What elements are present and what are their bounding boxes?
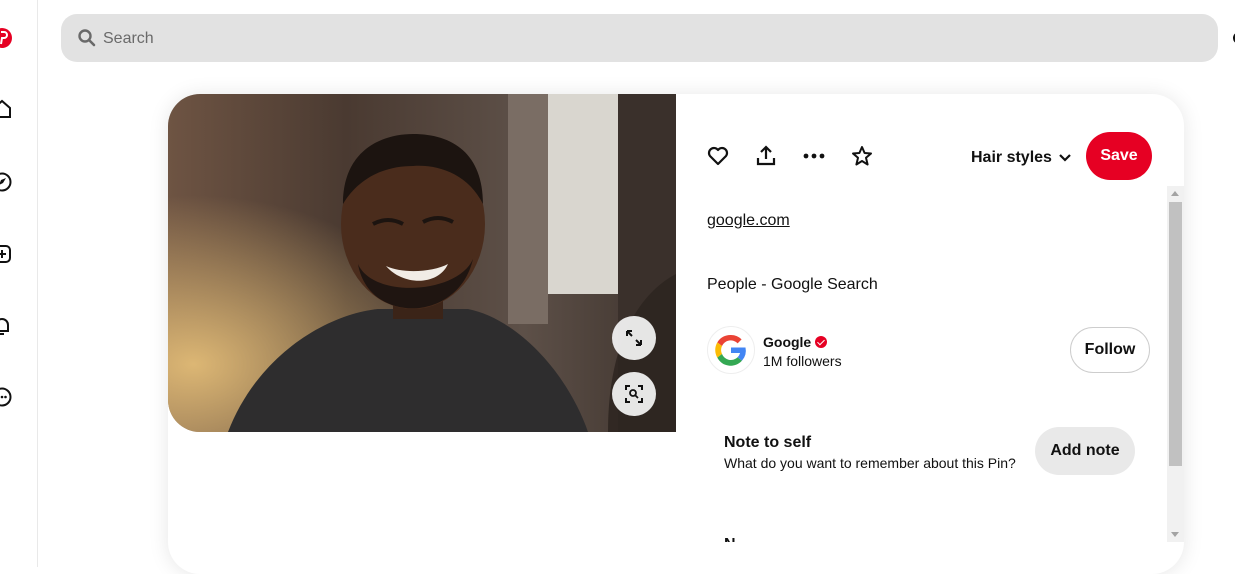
pin-photo-illustration [168,94,676,432]
pinterest-logo-icon[interactable] [0,27,13,49]
pin-image[interactable] [168,94,676,432]
chevron-down-icon [1059,154,1071,162]
heart-icon[interactable] [706,144,730,168]
board-selector[interactable]: Hair styles [971,146,1072,170]
pin-closeup-card: Hair styles Save google.com People - Goo… [168,94,1184,574]
left-sidebar [0,0,38,567]
scroll-up-arrow[interactable] [1171,191,1179,196]
account-icon[interactable] [1231,28,1235,48]
board-name: Hair styles [971,149,1052,166]
creator-name[interactable]: Google [763,334,811,350]
create-icon[interactable] [0,243,13,265]
source-link[interactable]: google.com [707,212,790,230]
explore-icon[interactable] [0,171,13,193]
verified-badge-icon [815,336,828,348]
visual-search-button[interactable] [612,372,656,416]
note-subtitle: What do you want to remember about this … [724,455,1016,471]
details-scrollbar[interactable] [1167,186,1184,542]
save-button[interactable]: Save [1086,132,1152,180]
search-input[interactable] [101,14,1195,64]
search-icon [78,29,96,47]
creator-avatar[interactable] [707,326,755,374]
google-logo-icon [715,334,746,366]
star-icon[interactable] [850,144,874,168]
pin-details[interactable]: google.com People - Google Search Google… [676,186,1184,542]
more-options-icon[interactable] [802,144,826,168]
truncated-heading: N [724,536,736,542]
search-bar[interactable] [61,14,1218,64]
expand-icon [626,330,642,346]
add-note-button[interactable]: Add note [1035,427,1135,475]
follower-count: 1M followers [763,353,842,369]
creator-name-row[interactable]: Google [763,334,828,350]
note-title: Note to self [724,434,812,451]
pin-title: People - Google Search [707,276,878,293]
scroll-down-arrow[interactable] [1171,532,1179,537]
share-icon[interactable] [754,144,778,168]
home-icon[interactable] [0,98,13,120]
follow-button[interactable]: Follow [1070,327,1150,373]
notifications-icon[interactable] [0,315,13,337]
expand-image-button[interactable] [612,316,656,360]
messages-icon[interactable] [0,386,13,408]
scrollbar-thumb[interactable] [1169,202,1182,466]
lens-icon [625,385,643,403]
